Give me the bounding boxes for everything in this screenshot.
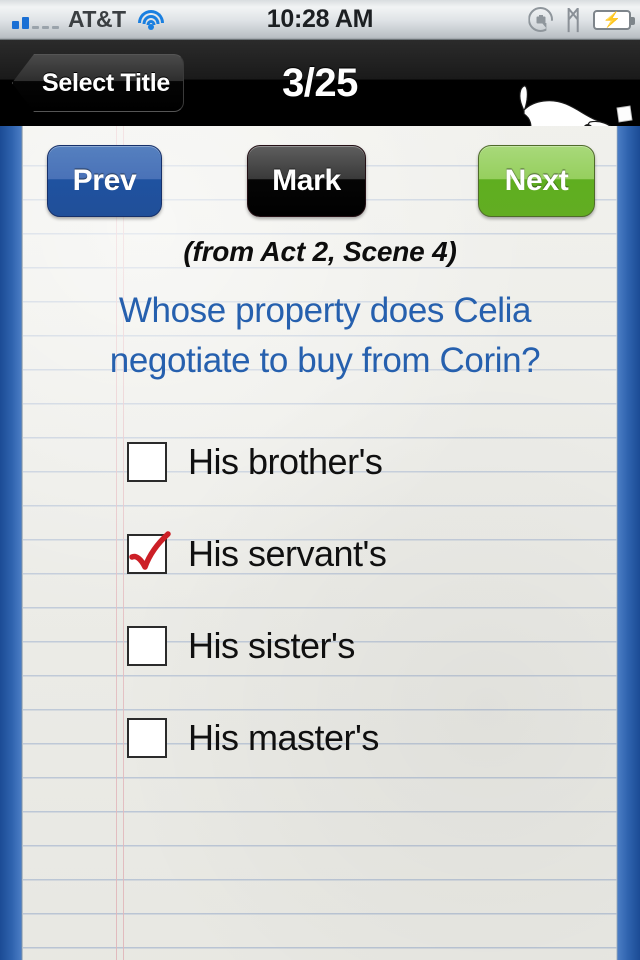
navigation-bar: Select Title 3/25 — [0, 40, 640, 160]
mark-button[interactable]: Mark — [247, 145, 366, 217]
next-button-label: Next — [504, 164, 569, 197]
checkbox-unchecked-icon[interactable] — [127, 718, 167, 758]
charging-bolt-icon: ⚡ — [602, 11, 622, 28]
answer-option-row[interactable]: His sister's — [0, 600, 640, 692]
checkbox-checked-icon[interactable] — [127, 531, 171, 574]
answer-options-list: His brother's His servant's His sister's… — [0, 416, 640, 784]
answer-option-label: His brother's — [188, 441, 383, 482]
red-checkmark-icon — [129, 531, 171, 570]
question-source-reference: (from Act 2, Scene 4) — [183, 236, 457, 267]
checkbox-unchecked-icon[interactable] — [127, 626, 167, 666]
prev-button[interactable]: Prev — [47, 145, 162, 217]
battery-charging-icon: ⚡ — [593, 9, 635, 30]
mark-button-label: Mark — [272, 164, 341, 197]
answer-option-label: His sister's — [188, 625, 355, 666]
answer-option-row[interactable]: His servant's — [0, 508, 640, 600]
answer-option-label: His master's — [188, 717, 379, 758]
next-button[interactable]: Next — [478, 145, 595, 217]
answer-option-label: His servant's — [188, 533, 387, 574]
prev-button-label: Prev — [72, 164, 137, 197]
answer-option-row[interactable]: His brother's — [0, 416, 640, 508]
checkbox-unchecked-icon[interactable] — [127, 442, 167, 482]
question-counter: 3/25 — [282, 60, 358, 105]
quiz-toolbar: Prev Mark Next — [0, 145, 640, 219]
notebook-paper-content: Prev Mark Next (from Act 2, Scene 4) Who… — [0, 126, 640, 960]
question-text: Whose property does Celia negotiate to b… — [109, 291, 541, 380]
status-bar: AT&T 10:28 AM ᛗ ⚡ — [0, 0, 640, 40]
answer-option-row[interactable]: His master's — [0, 692, 640, 784]
app-screen: AT&T 10:28 AM ᛗ ⚡ Select Title 3/25 Prev… — [0, 0, 640, 960]
